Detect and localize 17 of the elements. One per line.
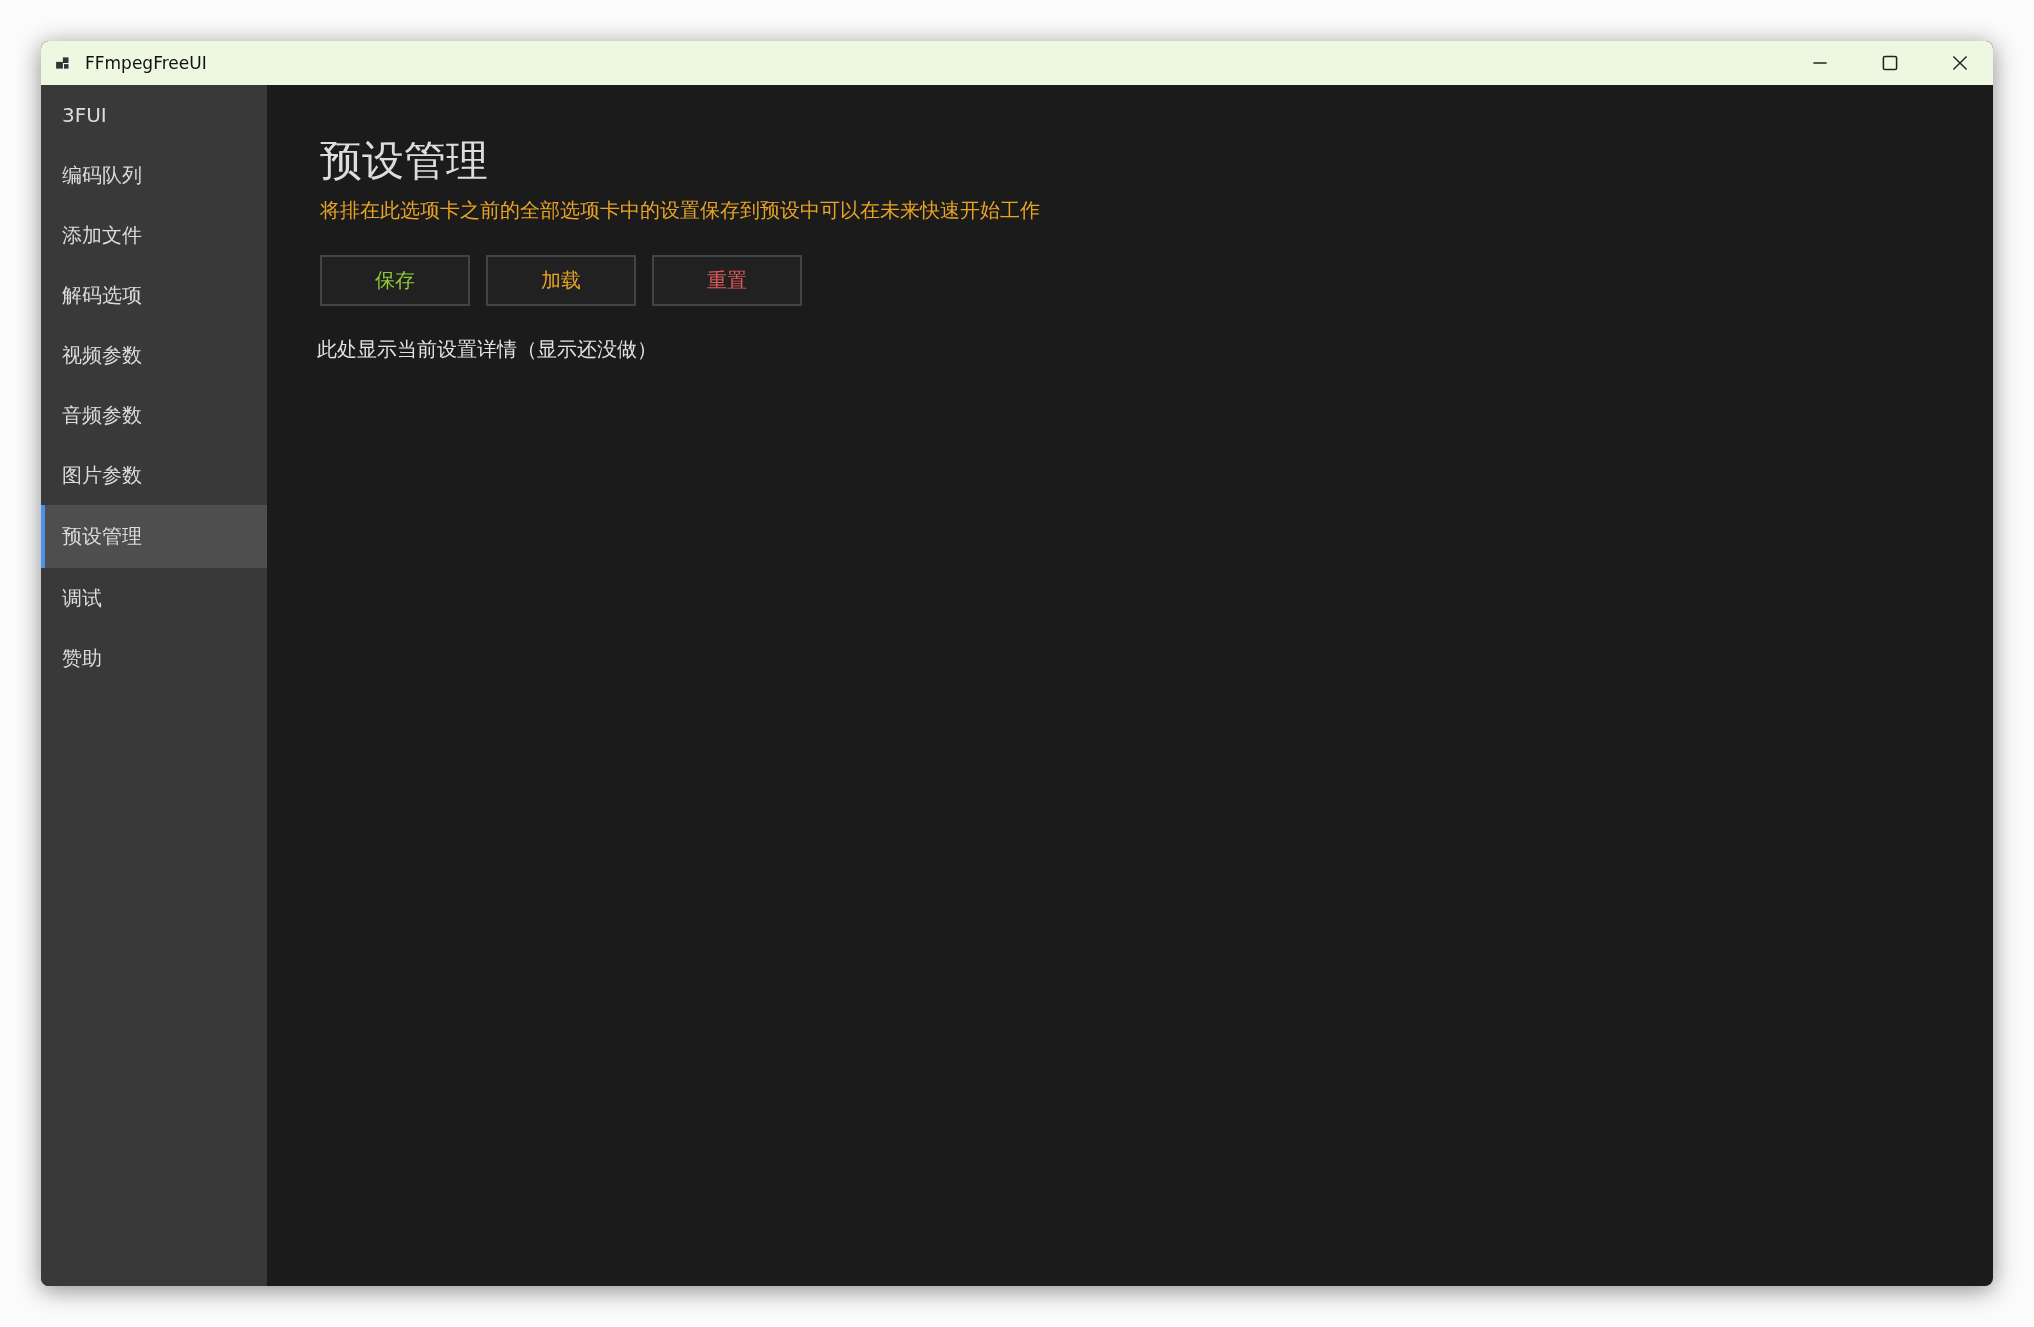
save-button[interactable]: 保存 <box>320 255 470 306</box>
sidebar-item[interactable]: 赞助 <box>41 628 267 688</box>
sidebar-item[interactable]: 视频参数 <box>41 325 267 385</box>
page-description: 将排在此选项卡之前的全部选项卡中的设置保存到预设中可以在未来快速开始工作 <box>320 197 1041 224</box>
sidebar-item[interactable]: 解码选项 <box>41 265 267 325</box>
settings-details-text: 此处显示当前设置详情（显示还没做） <box>317 336 658 363</box>
sidebar-item[interactable]: 编码队列 <box>41 145 267 205</box>
sidebar-item[interactable]: 调试 <box>41 568 267 628</box>
sidebar-item[interactable]: 音频参数 <box>41 385 267 445</box>
sidebar-item[interactable]: 预设管理 <box>41 505 267 568</box>
page-title: 预设管理 <box>320 135 489 187</box>
load-button[interactable]: 加载 <box>486 255 636 306</box>
sidebar-item[interactable]: 添加文件 <box>41 205 267 265</box>
window-title: FFmpegFreeUI <box>85 53 207 73</box>
sidebar-item[interactable]: 3FUI <box>41 85 267 145</box>
sidebar-item[interactable]: 图片参数 <box>41 445 267 505</box>
reset-button[interactable]: 重置 <box>652 255 802 306</box>
